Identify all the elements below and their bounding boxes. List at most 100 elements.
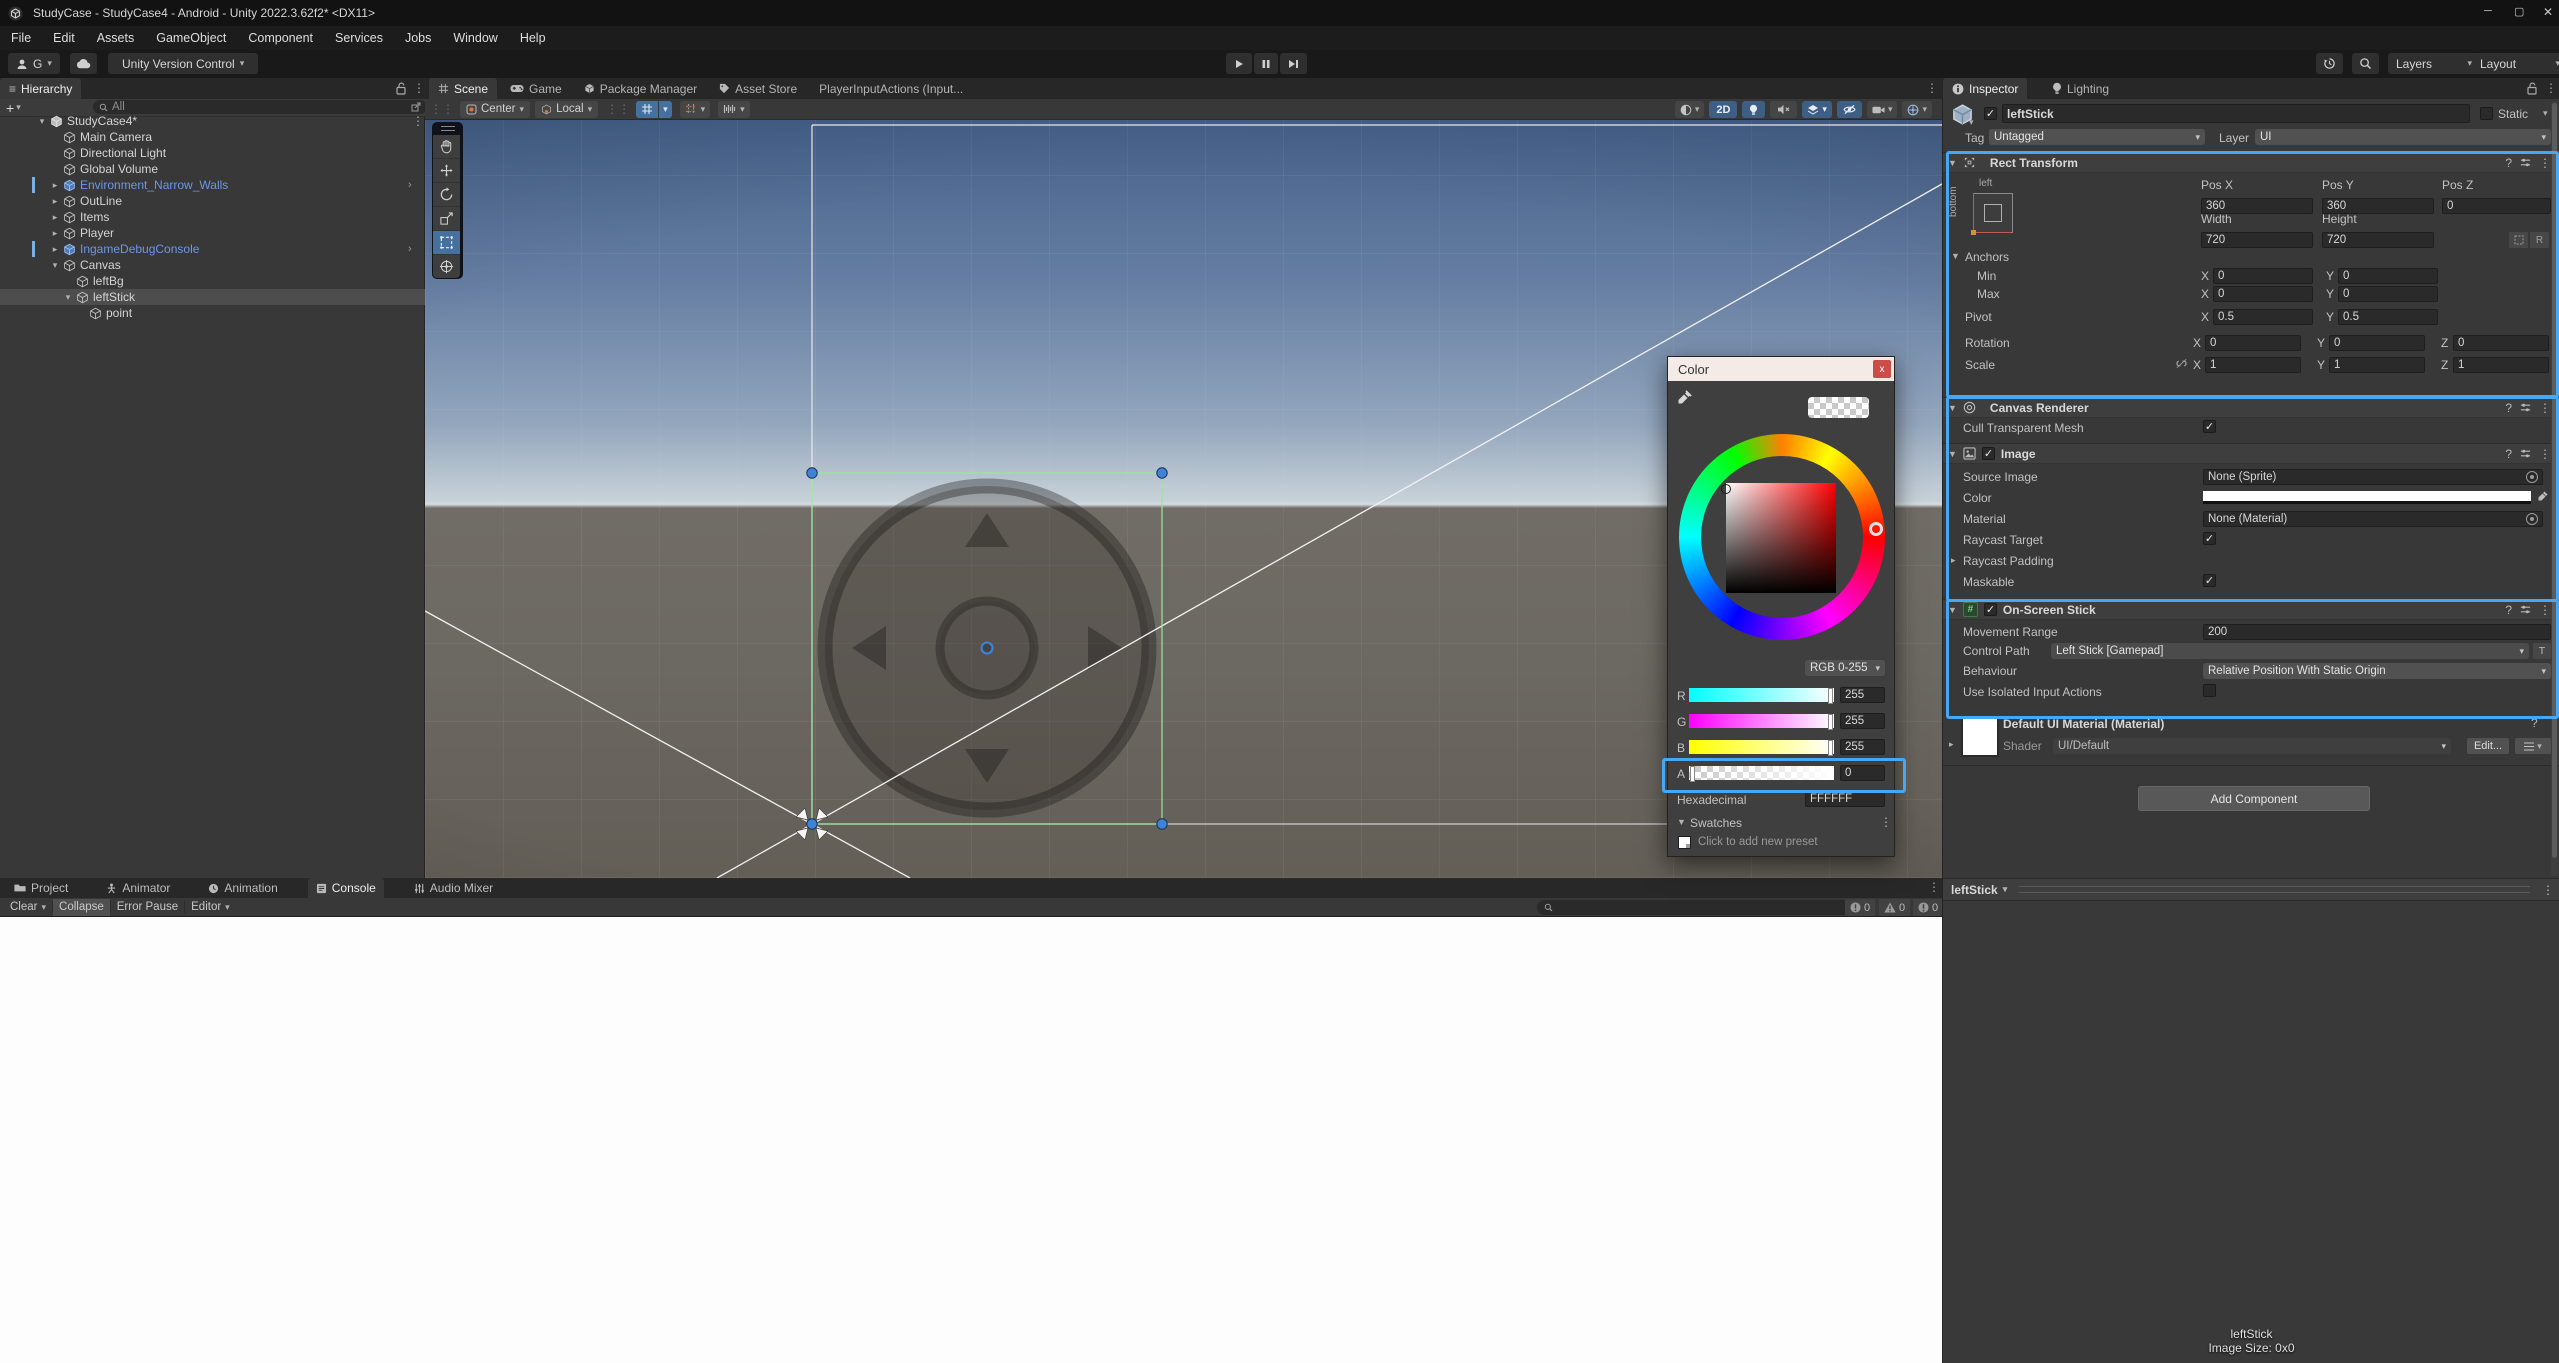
menu-help[interactable]: Help	[509, 31, 557, 45]
new-preset-swatch-icon[interactable]	[1678, 836, 1691, 849]
prefab-open-chevron[interactable]: ›	[408, 179, 412, 191]
rotate-tool-button[interactable]	[433, 183, 460, 207]
hierarchy-item-directional-light[interactable]: Directional Light	[0, 145, 425, 161]
presets-icon[interactable]	[2520, 448, 2531, 459]
shader-dropdown[interactable]: UI/Default▾	[2053, 738, 2451, 754]
hex-field[interactable]: FFFFFF	[1805, 791, 1885, 807]
behaviour-dropdown[interactable]: Relative Position With Static Origin▾	[2203, 663, 2551, 679]
camera-dropdown[interactable]: ▾	[1867, 101, 1898, 118]
anchors-min-x-field[interactable]: 0	[2213, 268, 2313, 284]
presets-icon[interactable]	[2520, 402, 2531, 413]
r-field[interactable]: 255	[1840, 687, 1885, 703]
hidden-objects-button[interactable]	[1837, 101, 1862, 118]
material-preview-swatch[interactable]	[1961, 717, 1999, 757]
popout-icon[interactable]	[411, 102, 421, 112]
pivot-y-field[interactable]: 0.5	[2338, 309, 2438, 325]
audio-toggle-button[interactable]	[1770, 101, 1797, 118]
foldout-arrow[interactable]: ▸	[49, 212, 61, 223]
snap-settings-button[interactable]: ▾	[718, 101, 750, 118]
hierarchy-tab-menu-icon[interactable]: ⋮	[413, 81, 425, 95]
anchors-max-x-field[interactable]: 0	[2213, 286, 2313, 302]
clear-button[interactable]: Clear▾	[4, 899, 52, 916]
tab-hierarchy[interactable]: ≡ Hierarchy	[0, 78, 81, 99]
maskable-checkbox[interactable]: ✓	[2203, 574, 2216, 587]
kebab-menu-icon[interactable]: ⋮	[2539, 401, 2551, 415]
play-button[interactable]	[1226, 53, 1252, 74]
editor-dropdown[interactable]: Editor▾	[185, 899, 236, 916]
color-window-close-button[interactable]: x	[1873, 360, 1891, 378]
foldout-arrow[interactable]: ▸	[49, 180, 61, 191]
scene-menu-icon[interactable]: ⋮	[412, 114, 424, 128]
b-field[interactable]: 255	[1840, 739, 1885, 755]
tab-asset-store[interactable]: Asset Store	[710, 78, 806, 99]
tab-scene[interactable]: Scene	[429, 78, 497, 99]
close-button[interactable]: ✕	[2543, 5, 2553, 19]
menu-services[interactable]: Services	[324, 31, 394, 45]
presets-icon[interactable]	[2520, 604, 2531, 615]
grid-snap-button[interactable]	[636, 101, 658, 118]
a-field[interactable]: 0	[1840, 765, 1885, 781]
foldout-arrow[interactable]: ▾	[49, 260, 61, 271]
add-component-button[interactable]: Add Component	[2138, 786, 2370, 811]
hierarchy-item-environment-narrow-walls[interactable]: ▸ Environment_Narrow_Walls ›	[0, 177, 425, 193]
color-window-titlebar[interactable]: Color x	[1668, 357, 1894, 381]
sv-selector[interactable]	[1721, 484, 1731, 494]
hierarchy-item-studycase4[interactable]: ▾ StudyCase4* ⋮	[0, 113, 425, 129]
object-picker-icon[interactable]	[2526, 513, 2538, 525]
hierarchy-item-ingamedebugconsole[interactable]: ▸ IngameDebugConsole ›	[0, 241, 425, 257]
tab-game[interactable]: Game	[501, 78, 571, 99]
scale-tool-button[interactable]	[433, 207, 460, 231]
orientation-dropdown[interactable]: Local▾	[535, 101, 598, 118]
swatches-menu-icon[interactable]: ⋮	[1880, 815, 1892, 829]
tab-project[interactable]: Project	[6, 878, 76, 898]
move-tool-button[interactable]	[433, 159, 460, 183]
image-enabled-checkbox[interactable]: ✓	[1982, 447, 1995, 460]
pos-z-field[interactable]: 0	[2442, 198, 2551, 214]
menu-edit[interactable]: Edit	[42, 31, 86, 45]
presets-icon[interactable]	[2520, 157, 2531, 168]
hierarchy-item-player[interactable]: ▸ Player	[0, 225, 425, 241]
g-slider[interactable]	[1689, 714, 1834, 728]
height-field[interactable]: 720	[2322, 232, 2434, 248]
tab-lighting[interactable]: Lighting	[2043, 78, 2118, 99]
hierarchy-item-point[interactable]: point	[0, 305, 425, 321]
foldout-arrow[interactable]: ▾	[36, 116, 48, 127]
help-icon[interactable]: ?	[2505, 447, 2512, 461]
control-path-dropdown[interactable]: Left Stick [Gamepad]▾	[2051, 643, 2529, 659]
movement-range-field[interactable]: 200	[2203, 624, 2551, 640]
rotation-z-field[interactable]: 0	[2453, 335, 2549, 351]
swatches-foldout[interactable]: Swatches	[1690, 816, 1742, 830]
tab-animator[interactable]: Animator	[98, 878, 178, 898]
shader-edit-button[interactable]: Edit...	[2467, 738, 2509, 754]
menu-component[interactable]: Component	[237, 31, 324, 45]
help-icon[interactable]: ?	[2505, 156, 2512, 170]
preview-drag-handle[interactable]	[2019, 886, 2530, 893]
layers-dropdown[interactable]: Layers▾	[2388, 53, 2480, 74]
tools-drag-handle[interactable]	[433, 122, 462, 135]
increment-snap-button[interactable]: ▾	[680, 101, 711, 118]
hierarchy-lock-icon[interactable]	[396, 82, 407, 95]
hierarchy-item-leftstick[interactable]: ▾ leftStick	[0, 289, 425, 305]
sv-square[interactable]	[1726, 483, 1836, 593]
inspector-tab-menu-icon[interactable]: ⋮	[2545, 81, 2557, 95]
hand-tool-button[interactable]	[433, 135, 460, 159]
on-screen-stick-header[interactable]: ▼ # ✓ On-Screen Stick ?⋮	[1943, 599, 2559, 620]
layout-dropdown[interactable]: Layout▾	[2472, 53, 2559, 74]
anchor-preset-button[interactable]	[1973, 193, 2013, 233]
kebab-menu-icon[interactable]: ⋮	[2539, 156, 2551, 170]
image-material-field[interactable]: None (Material)	[2203, 511, 2543, 527]
help-icon[interactable]: ?	[2531, 716, 2538, 730]
search-button[interactable]	[2352, 53, 2379, 74]
gameobject-icon-caret[interactable]: ▾	[1969, 117, 1974, 128]
rotation-x-field[interactable]: 0	[2205, 335, 2301, 351]
maximize-button[interactable]: ▢	[2514, 5, 2524, 18]
hue-wheel-selector[interactable]	[1869, 522, 1883, 536]
foldout-arrow[interactable]: ▸	[49, 196, 61, 207]
layer-dropdown[interactable]: UI▾	[2255, 129, 2551, 145]
foldout-arrow[interactable]: ▸	[49, 244, 61, 255]
foldout-arrow[interactable]: ▾	[62, 292, 74, 303]
tab-console[interactable]: Console	[308, 878, 384, 898]
r-slider[interactable]	[1689, 688, 1834, 702]
anchors-min-y-field[interactable]: 0	[2338, 268, 2438, 284]
isolated-actions-checkbox[interactable]	[2203, 684, 2216, 697]
